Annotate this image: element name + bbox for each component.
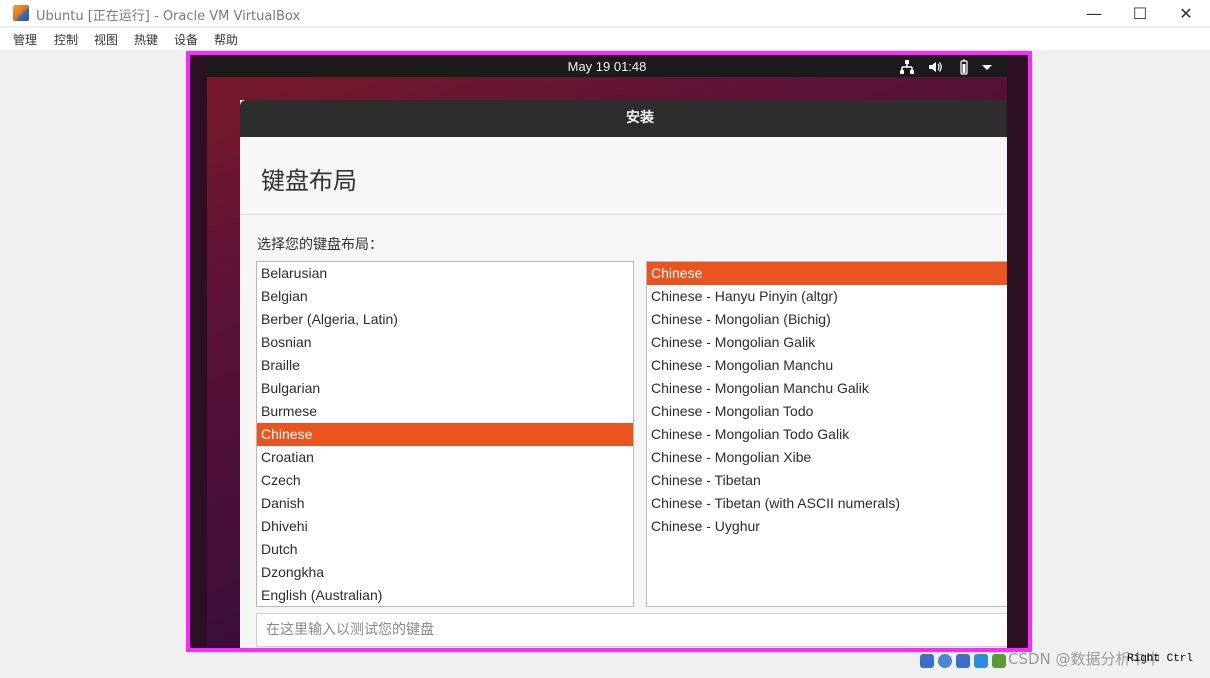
layout-item[interactable]: Berber (Algeria, Latin) bbox=[257, 308, 633, 331]
variant-item[interactable]: Chinese - Mongolian Manchu bbox=[647, 354, 1007, 377]
usb-icon[interactable] bbox=[992, 654, 1006, 668]
menubar: 管理 控制 视图 热键 设备 帮助 bbox=[0, 28, 1210, 50]
layout-item[interactable]: Belgian bbox=[257, 285, 633, 308]
layout-item[interactable]: Bulgarian bbox=[257, 377, 633, 400]
variant-item[interactable]: Chinese - Hanyu Pinyin (altgr) bbox=[647, 285, 1007, 308]
page-title: 键盘布局 bbox=[261, 167, 357, 195]
keyboard-test-input[interactable] bbox=[256, 613, 1007, 647]
hard-disk-icon[interactable] bbox=[920, 654, 934, 668]
menu-devices[interactable]: 设备 bbox=[174, 31, 198, 48]
variant-item[interactable]: Chinese - Mongolian (Bichig) bbox=[647, 308, 1007, 331]
minimize-button[interactable]: — bbox=[1071, 0, 1117, 26]
divider bbox=[240, 214, 1007, 215]
layout-item-selected[interactable]: Chinese bbox=[257, 423, 633, 446]
close-button[interactable]: ✕ bbox=[1163, 0, 1209, 26]
installer-window: 安装 键盘布局 选择您的键盘布局： Belarusian Belgian Ber… bbox=[240, 100, 1007, 648]
layout-item[interactable]: Bosnian bbox=[257, 331, 633, 354]
menu-help[interactable]: 帮助 bbox=[214, 31, 238, 48]
layout-item[interactable]: Czech bbox=[257, 469, 633, 492]
variant-item[interactable]: Chinese - Tibetan (with ASCII numerals) bbox=[647, 492, 1007, 515]
layout-item[interactable]: Burmese bbox=[257, 400, 633, 423]
variant-item-selected[interactable]: Chinese bbox=[647, 262, 1007, 285]
optical-drive-icon[interactable] bbox=[938, 654, 952, 668]
layout-item[interactable]: Dzongkha bbox=[257, 561, 633, 584]
layout-item[interactable]: Dutch bbox=[257, 538, 633, 561]
vm-screen[interactable]: May 19 01:48 安装 键盘布局 选择您的键盘布局： Belarusia… bbox=[207, 57, 1007, 648]
gnome-top-bar: May 19 01:48 bbox=[207, 57, 1007, 77]
keyboard-layout-list[interactable]: Belarusian Belgian Berber (Algeria, Lati… bbox=[256, 261, 634, 607]
menu-manage[interactable]: 管理 bbox=[13, 31, 37, 48]
window-titlebar: Ubuntu [正在运行] - Oracle VM VirtualBox — ☐… bbox=[0, 0, 1210, 26]
variant-item[interactable]: Chinese - Mongolian Todo bbox=[647, 400, 1007, 423]
keyboard-variant-list[interactable]: Chinese Chinese - Hanyu Pinyin (altgr) C… bbox=[646, 261, 1007, 607]
window-title: Ubuntu [正在运行] - Oracle VM VirtualBox bbox=[36, 9, 301, 24]
variant-item[interactable]: Chinese - Uyghur bbox=[647, 515, 1007, 538]
host-key-label: Right Ctrl bbox=[1127, 653, 1194, 665]
virtualbox-app-icon bbox=[13, 5, 29, 21]
network-adapter-icon[interactable] bbox=[974, 654, 988, 668]
layout-item[interactable]: Danish bbox=[257, 492, 633, 515]
menu-hotkeys[interactable]: 热键 bbox=[134, 31, 158, 48]
variant-item[interactable]: Chinese - Mongolian Todo Galik bbox=[647, 423, 1007, 446]
installer-header: 安装 bbox=[240, 100, 1007, 137]
audio-icon[interactable] bbox=[956, 654, 970, 668]
maximize-button[interactable]: ☐ bbox=[1117, 0, 1163, 26]
variant-item[interactable]: Chinese - Mongolian Manchu Galik bbox=[647, 377, 1007, 400]
dropdown-arrow-icon[interactable] bbox=[981, 59, 993, 80]
variant-item[interactable]: Chinese - Mongolian Xibe bbox=[647, 446, 1007, 469]
layout-item[interactable]: Belarusian bbox=[257, 262, 633, 285]
variant-item[interactable]: Chinese - Mongolian Galik bbox=[647, 331, 1007, 354]
layout-item[interactable]: Croatian bbox=[257, 446, 633, 469]
layout-item[interactable]: Braille bbox=[257, 354, 633, 377]
battery-icon[interactable] bbox=[957, 59, 971, 80]
menu-control[interactable]: 控制 bbox=[54, 31, 78, 48]
layout-item[interactable]: English (Australian) bbox=[257, 584, 633, 606]
volume-icon[interactable] bbox=[927, 59, 943, 80]
installer-title: 安装 bbox=[626, 110, 654, 126]
menu-view[interactable]: 视图 bbox=[94, 31, 118, 48]
variant-item[interactable]: Chinese - Tibetan bbox=[647, 469, 1007, 492]
network-icon[interactable] bbox=[899, 59, 915, 80]
clock[interactable]: May 19 01:48 bbox=[207, 57, 1007, 77]
installer-content: 键盘布局 选择您的键盘布局： Belarusian Belgian Berber… bbox=[240, 137, 1007, 648]
layout-prompt: 选择您的键盘布局： bbox=[257, 237, 383, 253]
layout-item[interactable]: Dhivehi bbox=[257, 515, 633, 538]
